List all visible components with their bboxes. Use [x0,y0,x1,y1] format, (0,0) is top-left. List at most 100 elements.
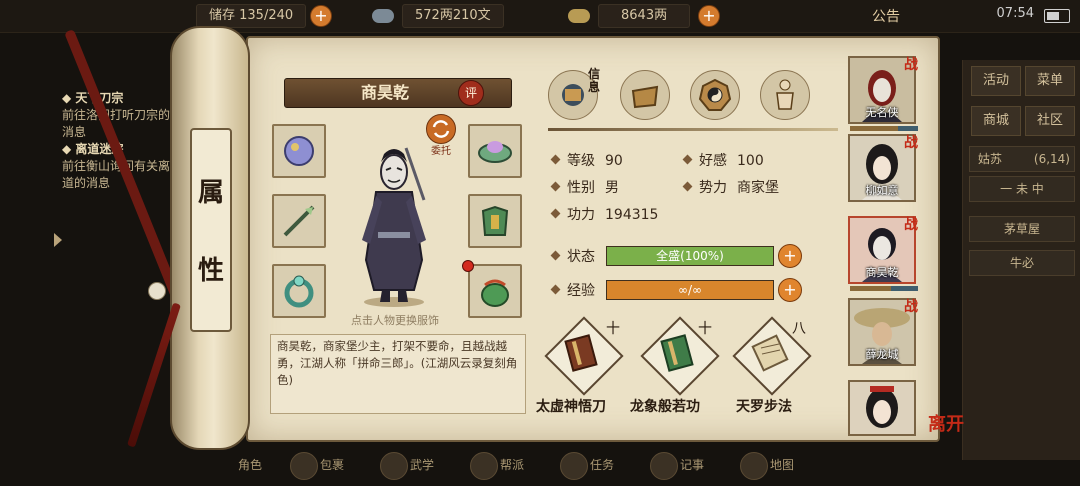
journal-icon[interactable] [650,452,678,480]
party-member-selected[interactable]: 战 商昊乾 [848,216,918,291]
nav-item[interactable]: 任务 [590,456,614,473]
battle-tag: 战 [904,135,918,151]
location-name: 姑苏 [978,152,1003,166]
skill-name: 龙象般若功 [630,399,700,415]
scroll-roller: 属 性 [170,26,250,450]
member-name: 商昊乾 [865,266,899,279]
activity-button[interactable]: 活动 [971,66,1021,96]
gender-value: 男 [605,180,619,196]
leave-button[interactable]: 离开 [928,410,964,436]
equip-slot-hat[interactable] [468,124,522,178]
equip-slot-pouch[interactable] [468,264,522,318]
new-item-dot [462,260,474,272]
map-extra[interactable]: 一 未 中 [969,176,1075,202]
exp-label: 经验 [550,280,595,300]
party-member[interactable]: 战 薛龙城 [848,298,918,366]
character-name: 商昊乾 [360,83,409,102]
status-bar-text: 全盛(100%) [656,249,724,263]
notice-button[interactable]: 公告 [872,6,900,26]
nav-item[interactable]: 记事 [680,456,704,473]
copper-icon [372,9,394,23]
hat-icon [478,141,512,163]
silver-icon [568,9,590,23]
silver-value: 8643两 [598,4,691,28]
tab-bag[interactable] [620,70,670,120]
top-bar: 储存 135/240 + 572两210文 8643两 + 公告 07:54 [0,0,1080,33]
map-icon[interactable] [740,452,768,480]
nav-item[interactable]: 帮派 [500,456,524,473]
battle-tag: 战 [904,217,918,233]
stat-power: 功力 194315 [550,204,658,224]
bag-icon [631,85,659,109]
meridian-figure-icon [776,79,794,110]
silver-add-button[interactable]: + [698,5,720,27]
clan-icon[interactable] [470,452,498,480]
party-member[interactable] [848,380,916,436]
location-row: 姑苏 (6,14) [969,146,1075,172]
side-menu: 活动 菜单 商城 社区 姑苏 (6,14) 一 未 中 茅草屋 牛必 [962,60,1080,460]
tab-info-label: 信息 [588,67,601,94]
stat-gender: 性别男 [550,177,619,197]
battle-tag: 战 [904,299,918,315]
manual-icon [564,334,598,372]
equip-slot-gauntlet[interactable] [272,124,326,178]
nav-item[interactable]: 包裹 [320,456,344,473]
expand-arrow-icon[interactable] [54,233,62,247]
exp-add-button[interactable]: + [778,278,802,302]
character-figure[interactable] [344,140,444,310]
spear-icon [283,205,315,237]
review-button[interactable]: 评 [458,80,484,106]
affinity-value: 100 [737,153,764,169]
tab-bagua[interactable] [690,70,740,120]
gauntlet-icon [284,136,314,166]
member-name: 无名侠 [865,106,899,119]
battle-tag: 战 [904,57,918,73]
status-add-button[interactable]: + [778,244,802,268]
tab-meridian[interactable] [760,70,810,120]
party-list: 战 无名侠 战 柳如意 战 商昊乾 战 薛龙城 [844,52,920,442]
member-name: 柳如意 [865,184,899,197]
status-bar: 全盛(100%) [606,246,774,266]
level-value: 90 [605,153,623,169]
bottom-nav: 角色 包裹 武学 帮派 任务 记事 地图 [230,448,850,486]
change-outfit-hint: 点击人物更换服饰 [351,314,439,327]
location-coords: (6,14) [1033,152,1070,166]
faction-value: 商家堡 [737,180,779,196]
quest-item[interactable]: ◆ 天下刀宗 前往洛阳打听刀宗的消息 [62,90,172,141]
skill-name: 天罗步法 [736,399,792,415]
equip-slot-weapon[interactable] [272,194,326,248]
tassel-bead [148,282,166,300]
place-item[interactable]: 牛必 [969,250,1075,276]
stat-level: 等级 90 [550,150,623,170]
bag-icon[interactable] [290,452,318,480]
community-button[interactable]: 社区 [1025,106,1075,136]
quest-icon[interactable] [560,452,588,480]
ring-icon [284,275,314,308]
nav-item[interactable]: 地图 [770,456,794,473]
skill-slot[interactable] [640,316,728,406]
equip-slot-armor[interactable] [468,194,522,248]
scroll-title-char: 属 [197,178,224,208]
silver-counter: 8643两 [598,4,691,28]
scroll-title-char: 性 [197,256,224,286]
stat-affinity: 好感 100 [682,150,764,170]
equip-slot-ring[interactable] [272,264,326,318]
portrait-female-red [850,382,914,434]
storage-add-button[interactable]: + [310,5,332,27]
menu-button[interactable]: 菜单 [1025,66,1075,96]
party-member[interactable]: 战 无名侠 [848,56,918,131]
skill-slot[interactable] [732,316,820,406]
nav-item[interactable]: 武学 [410,456,434,473]
info-book-icon [562,84,584,106]
bagua-icon [698,78,732,111]
nav-item[interactable]: 角色 [238,456,262,473]
copper-value: 572两210文 [402,4,504,28]
scroll-icon [751,334,789,372]
shop-button[interactable]: 商城 [971,106,1021,136]
party-member[interactable]: 战 柳如意 [848,134,918,202]
armor-icon [481,205,509,236]
place-item[interactable]: 茅草屋 [969,216,1075,242]
martial-icon[interactable] [380,452,408,480]
scroll-title-box: 属 性 [190,128,232,332]
character-description: 商昊乾，商家堡少主，打架不要命，且越战越勇，江湖人称「拼命三郎」。(江湖风云录复… [270,334,526,414]
